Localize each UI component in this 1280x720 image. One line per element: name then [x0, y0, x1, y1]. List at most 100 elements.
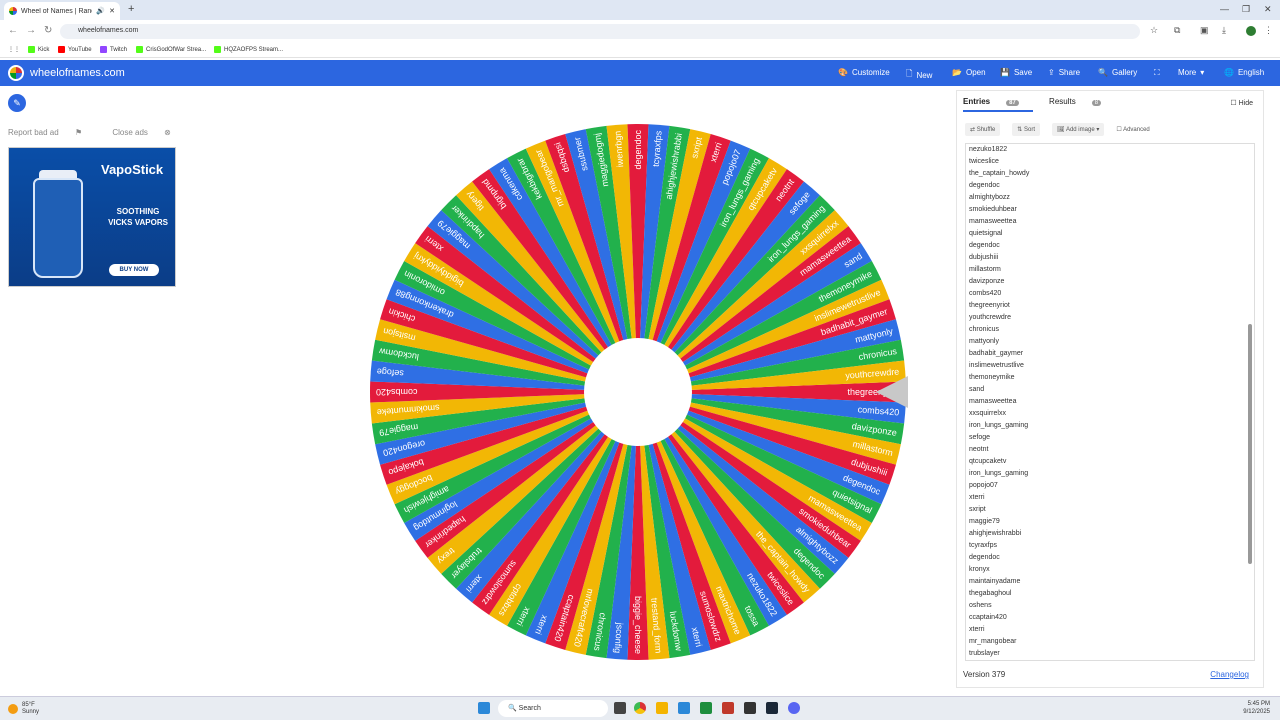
changelog-link[interactable]: Changelog [1210, 670, 1249, 679]
entry-line[interactable]: mr_mangobear [966, 636, 1254, 648]
entry-line[interactable]: kronyx [966, 564, 1254, 576]
entry-line[interactable]: neotnt [966, 444, 1254, 456]
report-bad-ad-link[interactable]: Report bad ad ⚑ [8, 128, 96, 137]
add-image-button[interactable]: 🖼 Add image ▾ [1052, 123, 1105, 136]
apps-icon[interactable]: ⋮⋮ [8, 46, 20, 53]
entry-line[interactable]: oshens [966, 600, 1254, 612]
entry-line[interactable]: davizponze [966, 276, 1254, 288]
menu-save[interactable]: 💾 Save [1000, 68, 1032, 77]
menu-open[interactable]: 📂 Open [952, 68, 986, 77]
scrollbar[interactable] [1248, 324, 1252, 564]
entry-line[interactable]: thegabaghoul [966, 588, 1254, 600]
entry-line[interactable]: degendoc [966, 180, 1254, 192]
downloads-icon[interactable]: ⤓ [1222, 25, 1226, 36]
entry-line[interactable]: sefoge [966, 432, 1254, 444]
entry-line[interactable]: the_captain_howdy [966, 168, 1254, 180]
entries-textarea[interactable]: nezuko1822 twiceslice the_captain_howdy deg… [965, 143, 1255, 661]
advertisement[interactable]: VapoStick SOOTHING VICKS VAPORS BUY NOW [8, 147, 176, 287]
close-window-icon[interactable]: ✕ [1264, 4, 1272, 15]
hide-checkbox[interactable]: ☐ Hide [1230, 99, 1253, 107]
entry-line[interactable]: degendoc [966, 240, 1254, 252]
bookmark-crisgodofwar[interactable]: CrisGodOfWar Strea... [136, 46, 206, 53]
entry-line[interactable]: iron_lungs_gaming [966, 420, 1254, 432]
maximize-icon[interactable]: ❐ [1242, 4, 1250, 15]
entry-line[interactable]: ccaptain420 [966, 612, 1254, 624]
entry-line[interactable]: combs420 [966, 288, 1254, 300]
forward-icon[interactable]: → [26, 25, 36, 36]
site-name[interactable]: wheelofnames.com [30, 67, 125, 79]
close-tab-icon[interactable]: ✕ [109, 7, 115, 15]
url-input[interactable]: wheelofnames.com [60, 24, 1140, 39]
entry-line[interactable]: mamasweettea [966, 396, 1254, 408]
entry-line[interactable]: sand [966, 384, 1254, 396]
obs-icon[interactable] [744, 702, 756, 714]
bookmark-hqzaofps[interactable]: HQZAOFPS Stream... [214, 46, 283, 53]
entry-line[interactable]: iron_lungs_gaming [966, 468, 1254, 480]
advanced-checkbox[interactable]: ☐ Advanced [1116, 126, 1149, 133]
browser-tab[interactable]: Wheel of Names | Random 🔊 ✕ [4, 2, 120, 20]
entry-line[interactable]: twiceslice [966, 156, 1254, 168]
back-icon[interactable]: ← [8, 25, 18, 36]
fullscreen-button[interactable]: ⛶ [1154, 68, 1160, 78]
entry-line[interactable]: maintainyadame [966, 576, 1254, 588]
tab-entries[interactable]: Entries 87 [963, 97, 1033, 112]
reload-icon[interactable]: ↻ [44, 25, 52, 36]
edge-icon[interactable] [678, 702, 690, 714]
chrome-icon[interactable] [634, 702, 646, 714]
tab-results[interactable]: Results 8 [1049, 97, 1115, 106]
entry-line[interactable]: xterri [966, 624, 1254, 636]
entry-line[interactable]: maggie79 [966, 516, 1254, 528]
menu-more[interactable]: More ▾ [1178, 68, 1204, 77]
entry-line[interactable]: smokieduhbear [966, 204, 1254, 216]
entry-line[interactable]: trubslayer [966, 648, 1254, 660]
entry-line[interactable]: chronicus [966, 324, 1254, 336]
entry-line[interactable]: quietsignal [966, 228, 1254, 240]
entry-line[interactable]: thegreenyriot [966, 300, 1254, 312]
entry-line[interactable]: qtcupcaketv [966, 456, 1254, 468]
bookmark-kick[interactable]: Kick [28, 46, 49, 53]
entry-line[interactable]: xxsquirrelxx [966, 408, 1254, 420]
entry-line[interactable]: ahighjewishrabbi [966, 528, 1254, 540]
menu-new[interactable]: 🗋 New [906, 68, 932, 82]
system-clock[interactable]: 5:45 PM 9/12/2025 [1243, 700, 1270, 716]
wheel-center-hub[interactable] [584, 338, 692, 446]
xbox-icon[interactable] [700, 702, 712, 714]
minimize-icon[interactable]: — [1220, 4, 1229, 14]
menu-gallery[interactable]: 🔍 Gallery [1098, 68, 1137, 77]
new-tab-button[interactable]: + [128, 3, 134, 15]
menu-language[interactable]: 🌐 English [1224, 68, 1264, 77]
bookmark-youtube[interactable]: YouTube [58, 46, 92, 53]
speaker-icon[interactable]: 🔊 [96, 7, 105, 15]
file-explorer-icon[interactable] [656, 702, 668, 714]
entry-line[interactable]: millastorm [966, 264, 1254, 276]
entry-line[interactable]: dubjushiii [966, 252, 1254, 264]
taskbar-search[interactable]: 🔍 Search [498, 700, 608, 717]
extension-icon[interactable]: ⧉ [1174, 25, 1180, 36]
discord-icon[interactable] [788, 702, 800, 714]
start-icon[interactable] [478, 702, 490, 714]
shuffle-button[interactable]: ⇄ Shuffle [965, 123, 1001, 136]
entry-line[interactable]: popojo07 [966, 480, 1254, 492]
browser-menu-icon[interactable]: ⋮ [1264, 25, 1273, 36]
sidepanel-icon[interactable]: ▣ [1200, 25, 1209, 36]
entry-line[interactable]: youthcrewdre [966, 312, 1254, 324]
bookmark-twitch[interactable]: Twitch [100, 46, 127, 53]
entry-line[interactable]: nezuko1822 [966, 144, 1254, 156]
edit-title-button[interactable]: ✎ [8, 94, 26, 112]
entry-line[interactable]: degendoc [966, 552, 1254, 564]
entry-line[interactable]: almightybozz [966, 192, 1254, 204]
wheel-container[interactable]: thegreenyriot combs420 davizponze millastor… [368, 122, 908, 662]
entry-line[interactable]: xterri [966, 492, 1254, 504]
entry-line[interactable]: mattyonly [966, 336, 1254, 348]
weather-widget[interactable]: 85°F Sunny [8, 702, 39, 716]
ad-buy-now-button[interactable]: BUY NOW [109, 264, 159, 276]
sort-button[interactable]: ⇅ Sort [1012, 123, 1040, 136]
bookmark-star-icon[interactable]: ☆ [1150, 25, 1158, 36]
taskview-icon[interactable] [614, 702, 626, 714]
menu-share[interactable]: ⇪ Share [1048, 68, 1080, 77]
entry-line[interactable]: themoneymike [966, 372, 1254, 384]
name-wheel[interactable]: thegreenyriotcombs420davizponzemillastor… [368, 122, 908, 662]
entry-line[interactable]: badhabit_gaymer [966, 348, 1254, 360]
profile-avatar[interactable] [1246, 26, 1256, 36]
menu-customize[interactable]: 🎨 Customize [838, 68, 890, 77]
